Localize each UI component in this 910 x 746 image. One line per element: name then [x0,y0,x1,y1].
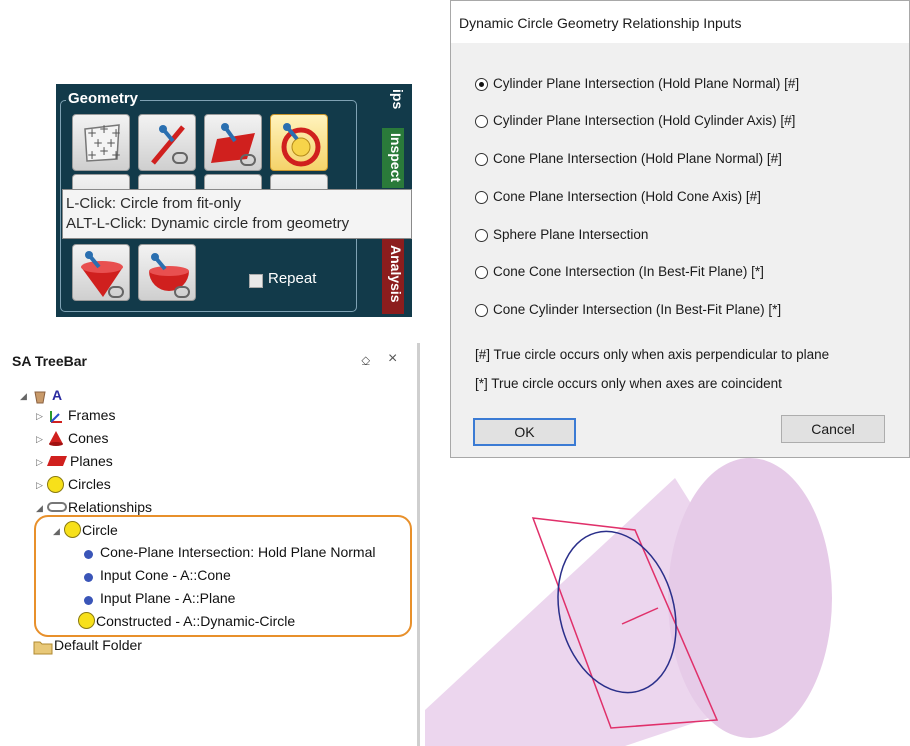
constructed-circle-icon [78,612,95,629]
frame-icon [50,411,62,423]
plane-icon [47,456,67,466]
dynamic-circle-icon [281,123,321,167]
expanded-icon[interactable]: ◢ [53,526,60,537]
point-cloud-button[interactable]: + + + + + + + + [72,114,130,171]
tree-item-default-folder[interactable]: Default Folder [54,637,142,657]
radio-unselected[interactable] [475,266,488,279]
point-cloud-icon: + + + + + + + + [84,122,121,162]
dynamic-circle-dialog: Dynamic Circle Geometry Relationship Inp… [450,0,910,458]
geometry-toolbar-panel: Geometry + + + + + + + + Repeat ips Insp… [56,84,412,317]
pin-icon[interactable]: ⎐ [361,354,370,369]
radio-unselected[interactable] [475,304,488,317]
plane-link-button[interactable] [204,114,262,171]
option-label: Cone Cone Intersection (In Best-Fit Plan… [493,264,764,279]
radio-unselected[interactable] [475,115,488,128]
collapsed-icon[interactable]: ▷ [36,411,43,422]
option-label: Cylinder Plane Intersection (Hold Cylind… [493,113,796,128]
expanded-icon[interactable]: ◢ [36,503,43,514]
collapsed-icon[interactable]: ▷ [36,434,43,445]
radio-unselected[interactable] [475,191,488,204]
cone-base [668,458,832,738]
collapsed-icon[interactable]: ▷ [36,457,43,468]
repeat-checkbox[interactable] [249,274,263,288]
3d-viewport[interactable] [425,458,910,746]
relationship-icon [47,502,67,512]
circle-icon [47,476,64,493]
svg-text:+: + [99,122,109,136]
treebar-splitter[interactable] [417,343,420,746]
svg-text:+: + [111,148,121,162]
tree-item-constructed-circle[interactable]: Constructed - A::Dynamic-Circle [96,613,295,633]
tooltip-line-1: L-Click: Circle from fit-only [66,195,242,212]
geometry-group-title: Geometry [66,90,141,107]
radio-unselected[interactable] [475,229,488,242]
cancel-button[interactable]: Cancel [781,415,885,443]
option-label: Cone Plane Intersection (Hold Plane Norm… [493,151,782,166]
note-star: [*] True circle occurs only when axes ar… [475,376,782,391]
bullet-icon [84,596,93,605]
repeat-label: Repeat [268,270,317,287]
tree-item-input-cone[interactable]: Input Cone - A::Cone [100,567,231,587]
bullet-icon [84,550,93,559]
tooltip: L-Click: Circle from fit-only ALT-L-Clic… [62,189,412,239]
note-hash: [#] True circle occurs only when axis pe… [475,347,830,362]
plane-link-icon [211,123,256,166]
line-link-button[interactable] [138,114,196,171]
tree-item-cones[interactable]: Cones [68,430,108,450]
tree-root[interactable]: A [52,387,62,407]
tooltip-line-2: ALT-L-Click: Dynamic circle from geometr… [66,215,350,232]
treebar-panel: SA TreeBar ⎐ × ◢ A ▷ Frames ▷ Cones ▷ Pl… [0,343,420,746]
collapsed-icon[interactable]: ▷ [36,480,43,491]
folder-icon [33,641,53,655]
expanded-icon[interactable]: ◢ [20,391,27,402]
ok-button[interactable]: OK [473,418,576,446]
close-icon[interactable]: × [388,350,397,368]
sphere-link-button[interactable] [138,244,196,301]
relationship-circle-icon [64,521,81,538]
tree-item-circles[interactable]: Circles [68,476,111,496]
dynamic-circle-button[interactable] [270,114,328,171]
tree-item-input-plane[interactable]: Input Plane - A::Plane [100,590,235,610]
dialog-title: Dynamic Circle Geometry Relationship Inp… [459,15,742,31]
tree-item-cone-plane-intersection[interactable]: Cone-Plane Intersection: Hold Plane Norm… [100,544,375,564]
part-icon [34,391,46,404]
cone-link-button[interactable] [72,244,130,301]
tab-analysis[interactable]: Analysis [382,234,404,314]
tab-top[interactable]: ips [384,84,406,114]
option-label: Cone Plane Intersection (Hold Cone Axis)… [493,189,761,204]
line-link-icon [151,125,188,165]
tab-inspect[interactable]: Inspect [382,128,404,188]
cone-icon [49,431,63,446]
option-label: Sphere Plane Intersection [493,227,649,242]
tree-item-frames[interactable]: Frames [68,407,115,427]
option-label: Cylinder Plane Intersection (Hold Plane … [493,76,800,91]
cone-link-icon [81,251,124,298]
svg-text:+: + [87,148,97,162]
radio-selected[interactable] [475,78,488,91]
sphere-link-icon [149,253,190,298]
tree-item-relationship-circle[interactable]: Circle [82,522,118,542]
radio-unselected[interactable] [475,153,488,166]
svg-text:+: + [99,144,109,158]
treebar-title: SA TreeBar [12,353,87,369]
bullet-icon [84,573,93,582]
tree-item-planes[interactable]: Planes [70,453,113,473]
option-label: Cone Cylinder Intersection (In Best-Fit … [493,302,782,317]
